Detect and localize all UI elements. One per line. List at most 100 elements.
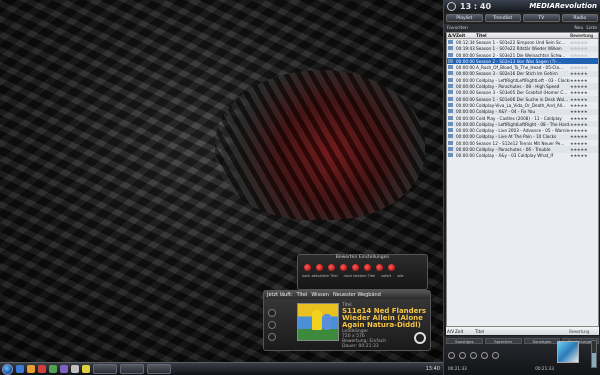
app-icon[interactable] [49, 365, 57, 373]
row-rating: ☆☆☆☆☆ [570, 58, 588, 64]
table-row[interactable]: 00:00:00 Season 2 - S02e13 Von Was Sagen … [447, 58, 598, 65]
row-av [447, 58, 456, 64]
table-row[interactable]: 00:00:00 Season 3 - S03e05 Der Grabfall (… [447, 90, 598, 96]
row-time: 00:00:00 [456, 128, 475, 134]
header-title[interactable]: Titel [476, 33, 570, 38]
taskbar-clock[interactable]: 13:40 [426, 366, 443, 372]
row-title: Season 2 - S02e13 Von Was Sagen (?)-... [476, 58, 562, 64]
rating-option[interactable]: nach aktuellem Titel [302, 274, 338, 278]
taskbar-task[interactable] [93, 364, 117, 374]
table-row[interactable]: 00:00:00 Coldplay - LeftRightLeftRightLef… [447, 77, 598, 83]
rating-dot[interactable] [352, 264, 359, 271]
side-button[interactable] [268, 333, 276, 341]
video-thumbnail[interactable] [297, 303, 339, 341]
media-type-icon [448, 84, 453, 89]
side-button[interactable] [268, 321, 276, 329]
table-row[interactable]: 00:00:00 Season 3 - S02e16 Der Stich Im G… [447, 70, 598, 78]
favorites-button[interactable]: Favoriten [447, 26, 468, 31]
media-type-icon [448, 96, 453, 101]
header-rating[interactable]: Bewertung [570, 33, 598, 38]
rating-option[interactable]: alle [397, 274, 403, 278]
row-time: 00:00:00 [456, 115, 475, 121]
app-logo-icon[interactable] [447, 1, 456, 11]
rating-settings-window[interactable]: Bewerten Einstellungen nach aktuellem Ti… [297, 254, 428, 290]
volume-slider[interactable] [591, 340, 597, 368]
next-icon[interactable] [481, 352, 488, 359]
folder-icon[interactable] [82, 365, 90, 373]
media-type-icon [448, 65, 453, 70]
media-icon[interactable] [38, 365, 46, 373]
table-row[interactable]: 00:00:00 Coldplay - Live 2003 - Advance -… [447, 127, 598, 133]
table-row[interactable]: 00:19:43 Season 1 - S07e22 Ritstär Wieder… [447, 45, 598, 52]
media-type-icon [448, 58, 453, 63]
footer-time: Zeit [455, 328, 464, 334]
list-button[interactable]: Liste [586, 26, 597, 31]
table-row[interactable]: 00:00:00 Coldplay - X&y - 03 Coldplay Wha… [447, 153, 598, 159]
row-time: 00:00:00 [456, 109, 475, 115]
table-row[interactable]: 00:00:00 Season 1 - S01e06 Der Suche in D… [447, 95, 598, 103]
table-row[interactable]: 00:00:00 Season 12 - S12e12 Tennis Mit Ne… [447, 140, 598, 146]
album-cover[interactable] [557, 341, 579, 363]
media-type-icon [448, 39, 453, 44]
ie-icon[interactable] [16, 365, 24, 373]
row-rating: ★★★★★ [570, 140, 588, 146]
header-time[interactable]: Zeit [456, 33, 476, 38]
tab-trendlist[interactable]: Trendlist [484, 14, 521, 22]
table-row[interactable]: 00:00:00 Cold Play - Castles (2008) - 11 … [447, 115, 598, 121]
header-tab[interactable]: Wissen [311, 292, 329, 298]
power-icon[interactable] [414, 332, 426, 344]
tab-radio[interactable]: Radio [561, 14, 598, 22]
playlist-table[interactable]: A/V Zeit Titel Bewertung 00:12:34 Season … [446, 32, 599, 327]
bottom-button[interactable]: Sonstiges [446, 338, 483, 344]
prev-icon[interactable] [448, 352, 455, 359]
rating-dot[interactable] [388, 264, 395, 271]
row-av [447, 140, 456, 146]
app-icon[interactable] [60, 365, 68, 373]
row-title: Season 3 - S03e05 Der Grabfall (Homer C.… [476, 90, 568, 96]
rating-dot[interactable] [328, 264, 335, 271]
rating-dot[interactable] [364, 264, 371, 271]
table-row[interactable]: 00:00:00 Coldplay - LeftRightLeftRight - … [447, 121, 598, 128]
table-row[interactable]: 00:00:00 Season 2 - S03e21 Die Weinachtsn… [447, 52, 598, 58]
table-row[interactable]: 00:00:00 Coldplay - Live At The Pain - 10… [447, 133, 598, 141]
bottom-button[interactable]: Sonstiges [523, 338, 561, 344]
side-button[interactable] [268, 309, 276, 317]
rating-option[interactable]: nach letztem Titel [344, 274, 376, 278]
rating-dot[interactable] [376, 264, 383, 271]
table-row[interactable]: 00:00:00 Coldplay - Parachutes - 08 - Hig… [447, 83, 598, 90]
row-av [447, 52, 456, 58]
row-title: Season 12 - S12e12 Tennis Mit Neuer Pe..… [476, 140, 565, 146]
panel-titlebar: 13 : 40 MEDIARevolution [444, 0, 600, 12]
media-type-icon [448, 77, 453, 82]
taskbar-task[interactable] [120, 364, 144, 374]
header-tab[interactable]: Titel [297, 292, 308, 298]
app-icon[interactable] [71, 365, 79, 373]
rating-dot[interactable] [304, 264, 311, 271]
row-time: 00:00:00 [456, 84, 475, 90]
row-rating: ★★★★★ [570, 71, 588, 77]
rating-option[interactable]: sofort [381, 274, 391, 278]
taskbar-task[interactable] [147, 364, 171, 374]
rating-dots[interactable] [298, 261, 427, 274]
rating-dot[interactable] [340, 264, 347, 271]
tab-playlist[interactable]: Playlist [446, 14, 483, 22]
table-row[interactable]: 00:00:00 Coldplay - X&Y - 04 - Fix You ★★★… [447, 108, 598, 115]
now-playing-window[interactable]: Jetzt läuft: Titel Wissen Neuester Wegbä… [263, 290, 431, 351]
new-button[interactable]: Neu [574, 26, 583, 31]
stop-icon[interactable] [470, 352, 477, 359]
bottom-button[interactable]: Sprechen [484, 338, 522, 344]
explorer-icon[interactable] [27, 365, 35, 373]
rating-dot[interactable] [316, 264, 323, 271]
eject-icon[interactable] [492, 352, 499, 359]
row-av [447, 153, 456, 158]
table-row[interactable]: 00:12:34 Season 1 - S01e22 Simpson Und Se… [447, 39, 598, 45]
play-icon[interactable] [459, 352, 466, 359]
table-row[interactable]: 00:00:00 A_Rush_Of_Blood_To_The_Head - 05… [447, 64, 598, 70]
tab-tv[interactable]: TV [523, 14, 560, 22]
table-row[interactable]: 00:00:00 Coldplay-Viva_La_Vida_Or_Death_A… [447, 102, 598, 108]
table-row[interactable]: 00:00:00 Coldplay - Parachutes - 06 - Tro… [447, 146, 598, 153]
row-title: Coldplay - LeftRightLeftRight - 08 - The… [476, 121, 570, 127]
header-tab[interactable]: Neuester Wegbänd [333, 292, 381, 298]
header-av[interactable]: A/V [447, 33, 456, 38]
start-button[interactable] [2, 363, 13, 375]
